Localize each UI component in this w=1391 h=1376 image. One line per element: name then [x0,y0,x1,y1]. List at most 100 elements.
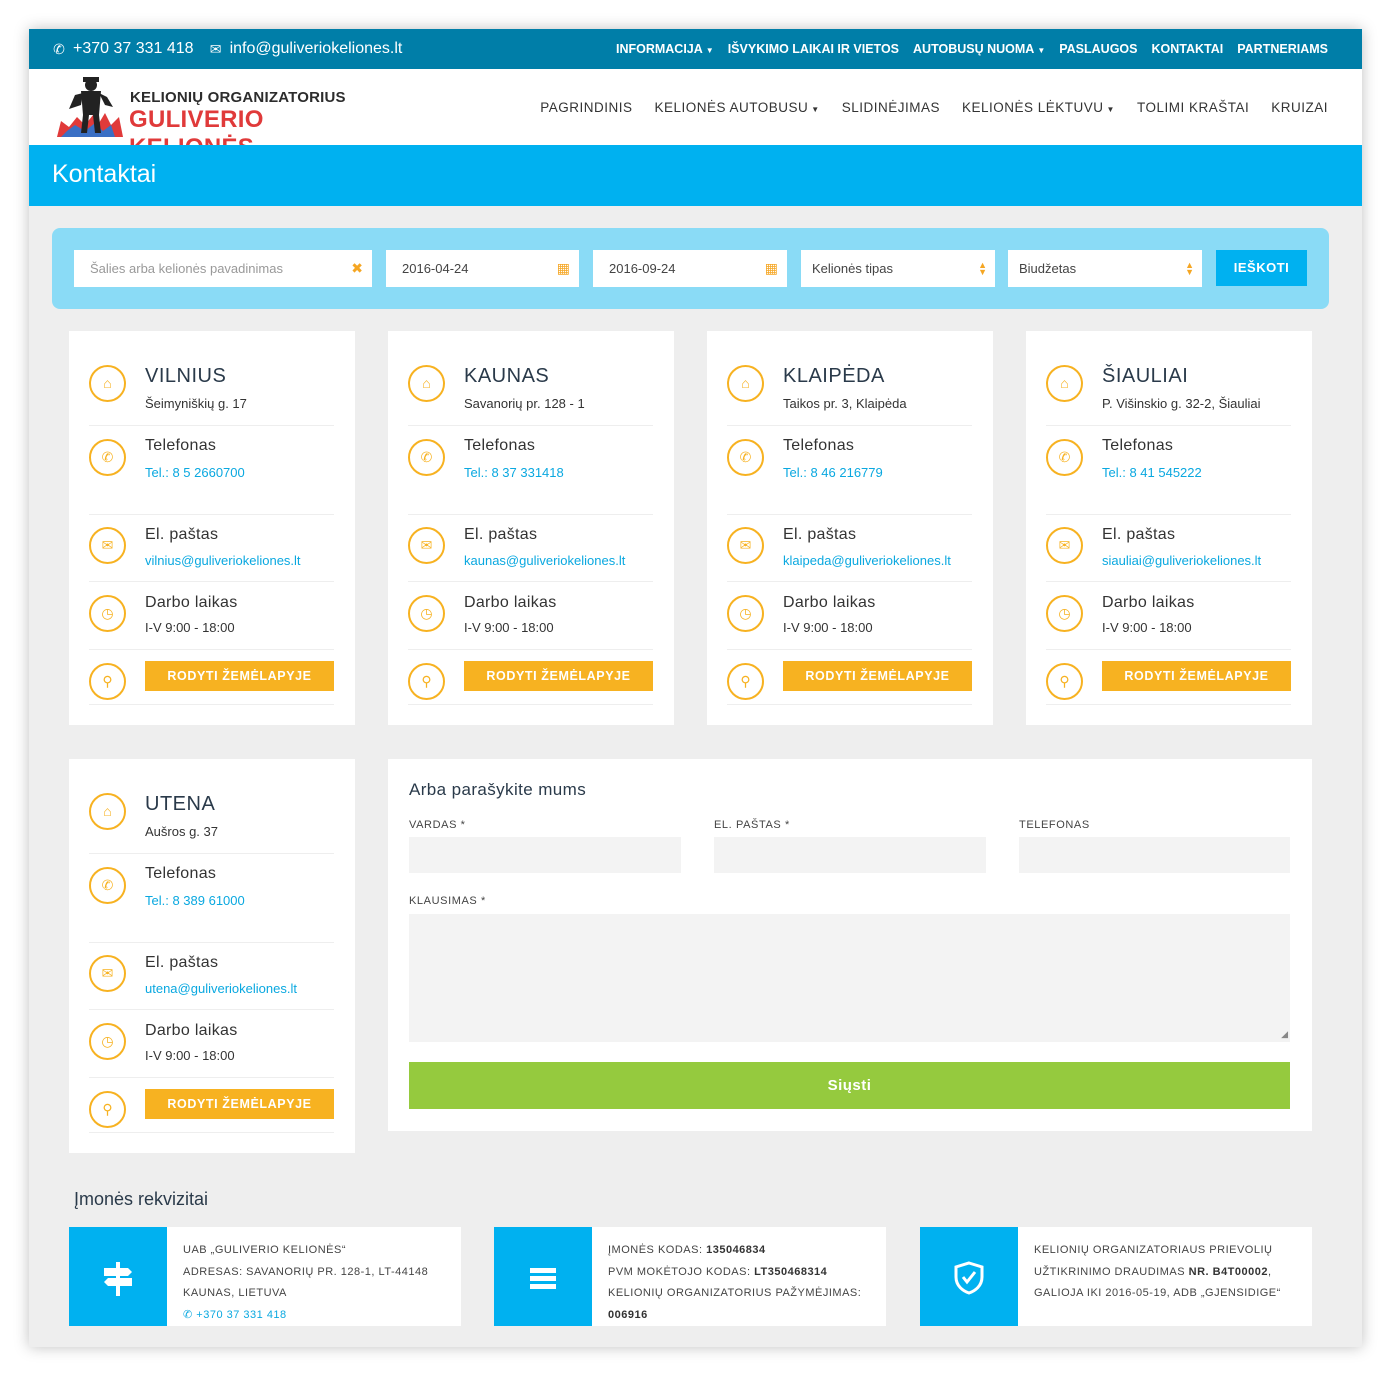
date-to-input[interactable]: 2016-09-24 ▦ [593,250,787,287]
question-textarea[interactable]: ◢ [409,914,1290,1042]
office-address-row: ⌂ UTENA Aušros g. 37 [89,779,334,854]
top-bar: ✆ +370 37 331 418 ✉ info@guliveriokelion… [29,29,1362,69]
budget-value: Biudžetas [1019,261,1077,276]
show-map-button[interactable]: RODYTI ŽEMĖLAPYJE [145,1089,334,1119]
office-hours-label: Darbo laikas [145,1022,238,1039]
trip-type-value: Kelionės tipas [812,261,893,276]
select-arrows-icon: ▲ ▼ [978,260,987,277]
top-email-link[interactable]: ✉ info@guliveriokeliones.lt [208,40,403,58]
office-email-label: El. paštas [1102,526,1176,543]
office-phone[interactable]: Tel.: 8 389 61000 [145,893,245,908]
office-address: Taikos pr. 3, Klaipėda [783,396,907,411]
nav-pagrindinis[interactable]: PAGRINDINIS [540,100,632,115]
cert-number: 006916 [608,1308,648,1321]
office-city: VILNIUS [145,365,227,387]
top-nav-kontaktai[interactable]: KONTAKTAI [1152,42,1224,56]
office-card: ⌂ VILNIUS Šeimyniškių g. 17 ✆ Telefonas Tel.:… [69,331,355,725]
requisites-codes: ĮMONĖS KODAS: 135046834 PVM MOKĖTOJO KOD… [494,1227,886,1326]
top-nav-informacija[interactable]: INFORMACIJA ▼ [616,42,714,56]
clock-icon: ◷ [89,595,126,632]
form-title: Arba parašykite mums [409,780,587,799]
show-map-button[interactable]: RODYTI ŽEMĖLAPYJE [1102,661,1291,691]
budget-select[interactable]: Biudžetas ▲ ▼ [1008,250,1202,287]
nav-kruizai[interactable]: KRUIZAI [1271,100,1328,115]
top-phone-link[interactable]: ✆ +370 37 331 418 [51,40,193,58]
office-map-row: ⚲ RODYTI ŽEMĖLAPYJE [1046,650,1291,705]
office-city: ŠIAULIAI [1102,365,1189,387]
company-phone-link[interactable]: ✆ +370 37 331 418 [183,1305,453,1327]
office-email[interactable]: vilnius@guliveriokeliones.lt [145,553,301,568]
office-email[interactable]: siauliai@guliveriokeliones.lt [1102,553,1261,568]
calendar-icon[interactable]: ▦ [765,250,778,287]
date-from-input[interactable]: 2016-04-24 ▦ [386,250,579,287]
resize-grip-icon[interactable]: ◢ [1281,1029,1288,1040]
gulliver-logo-icon [57,77,123,137]
office-phone-row: ✆ Telefonas Tel.: 8 41 545222 [1046,426,1291,515]
office-phone-label: Telefonas [783,437,855,454]
name-field[interactable] [409,837,681,873]
caret-down-icon: ▼ [705,46,714,55]
top-nav-isvykimo[interactable]: IŠVYKIMO LAIKAI IR VIETOS [728,42,899,56]
top-nav: INFORMACIJA ▼ IŠVYKIMO LAIKAI IR VIETOS A… [602,29,1328,69]
insurance-line-3: GALIOJA IKI 2016-05-19, ADB „GJENSIDIGE“ [1034,1287,1281,1299]
header: KELIONIŲ ORGANIZATORIUS GULIVERIO KELION… [29,69,1362,161]
vat-code: LT350468314 [754,1265,828,1278]
top-nav-label: INFORMACIJA [615,42,703,56]
trip-type-select[interactable]: Kelionės tipas ▲ ▼ [801,250,995,287]
main-nav: PAGRINDINIS KELIONĖS AUTOBUSU ▼ SLIDINĖJI… [518,69,1328,145]
question-label: KLAUSIMAS * [409,895,486,907]
show-map-button[interactable]: RODYTI ŽEMĖLAPYJE [783,661,972,691]
nav-keliones-autobusu[interactable]: KELIONĖS AUTOBUSU ▼ [654,100,819,115]
date-from-value: 2016-04-24 [402,261,469,276]
clear-icon[interactable]: ✖ [351,250,363,287]
office-hours-row: ◷ Darbo laikas I-V 9:00 - 18:00 [408,582,653,650]
select-arrows-icon: ▲ ▼ [1185,260,1194,277]
requisites-company: UAB „GULIVERIO KELIONĖS“ ADRESAS: SAVANO… [69,1227,461,1326]
office-card: ⌂ KLAIPĖDA Taikos pr. 3, Klaipėda ✆ Telefona… [707,331,993,725]
top-nav-autobusu-nuoma[interactable]: AUTOBUSŲ NUOMA ▼ [913,42,1045,56]
nav-slidinejimas[interactable]: SLIDINĖJIMAS [842,100,940,115]
company-city: KAUNAS, LIETUVA [183,1287,287,1299]
envelope-icon: ✉ [727,527,764,564]
top-nav-paslaugos[interactable]: PASLAUGOS [1059,42,1137,56]
calendar-icon[interactable]: ▦ [557,250,570,287]
office-phone[interactable]: Tel.: 8 46 216779 [783,465,883,480]
search-placeholder: Šalies arba kelionės pavadinimas [90,261,283,276]
phone-field[interactable] [1019,837,1290,873]
logo[interactable]: KELIONIŲ ORGANIZATORIUS GULIVERIO KELION… [55,75,385,161]
home-icon: ⌂ [727,365,764,402]
office-card: ⌂ UTENA Aušros g. 37 ✆ Telefonas Tel.: 8 389 … [69,759,355,1153]
top-contact: ✆ +370 37 331 418 ✉ info@guliveriokelion… [51,29,416,69]
office-email[interactable]: klaipeda@guliveriokeliones.lt [783,553,951,568]
office-phone-row: ✆ Telefonas Tel.: 8 5 2660700 [89,426,334,515]
office-email-label: El. paštas [145,954,219,971]
email-field[interactable] [714,837,986,873]
top-nav-partneriams[interactable]: PARTNERIAMS [1237,42,1328,56]
nav-tolimi-krastai[interactable]: TOLIMI KRAŠTAI [1137,100,1249,115]
office-email-label: El. paštas [464,526,538,543]
shield-check-icon [920,1227,1018,1326]
office-address: P. Višinskio g. 32-2, Šiauliai [1102,396,1261,411]
search-input[interactable]: Šalies arba kelionės pavadinimas ✖ [74,250,372,287]
office-hours-row: ◷ Darbo laikas I-V 9:00 - 18:00 [1046,582,1291,650]
office-phone[interactable]: Tel.: 8 37 331418 [464,465,564,480]
show-map-button[interactable]: RODYTI ŽEMĖLAPYJE [145,661,334,691]
company-code-row: ĮMONĖS KODAS: 135046834 [608,1240,878,1262]
send-button[interactable]: Siųsti [409,1062,1290,1109]
search-button[interactable]: IEŠKOTI [1216,250,1307,286]
office-email[interactable]: utena@guliveriokeliones.lt [145,981,297,996]
office-map-row: ⚲ RODYTI ŽEMĖLAPYJE [727,650,972,705]
caret-down-icon: ▼ [1106,104,1115,114]
office-email-label: El. paštas [783,526,857,543]
office-email[interactable]: kaunas@guliveriokeliones.lt [464,553,625,568]
show-map-button[interactable]: RODYTI ŽEMĖLAPYJE [464,661,653,691]
office-hours-row: ◷ Darbo laikas I-V 9:00 - 18:00 [727,582,972,650]
clock-icon: ◷ [89,1023,126,1060]
office-hours-label: Darbo laikas [1102,594,1195,611]
nav-keliones-lektuvu[interactable]: KELIONĖS LĖKTUVU ▼ [962,100,1115,115]
office-hours: I-V 9:00 - 18:00 [145,620,235,635]
office-phone[interactable]: Tel.: 8 41 545222 [1102,465,1202,480]
office-phone-label: Telefonas [1102,437,1174,454]
vat-row: PVM MOKĖTOJO KODAS: LT350468314 [608,1262,878,1284]
office-phone[interactable]: Tel.: 8 5 2660700 [145,465,245,480]
